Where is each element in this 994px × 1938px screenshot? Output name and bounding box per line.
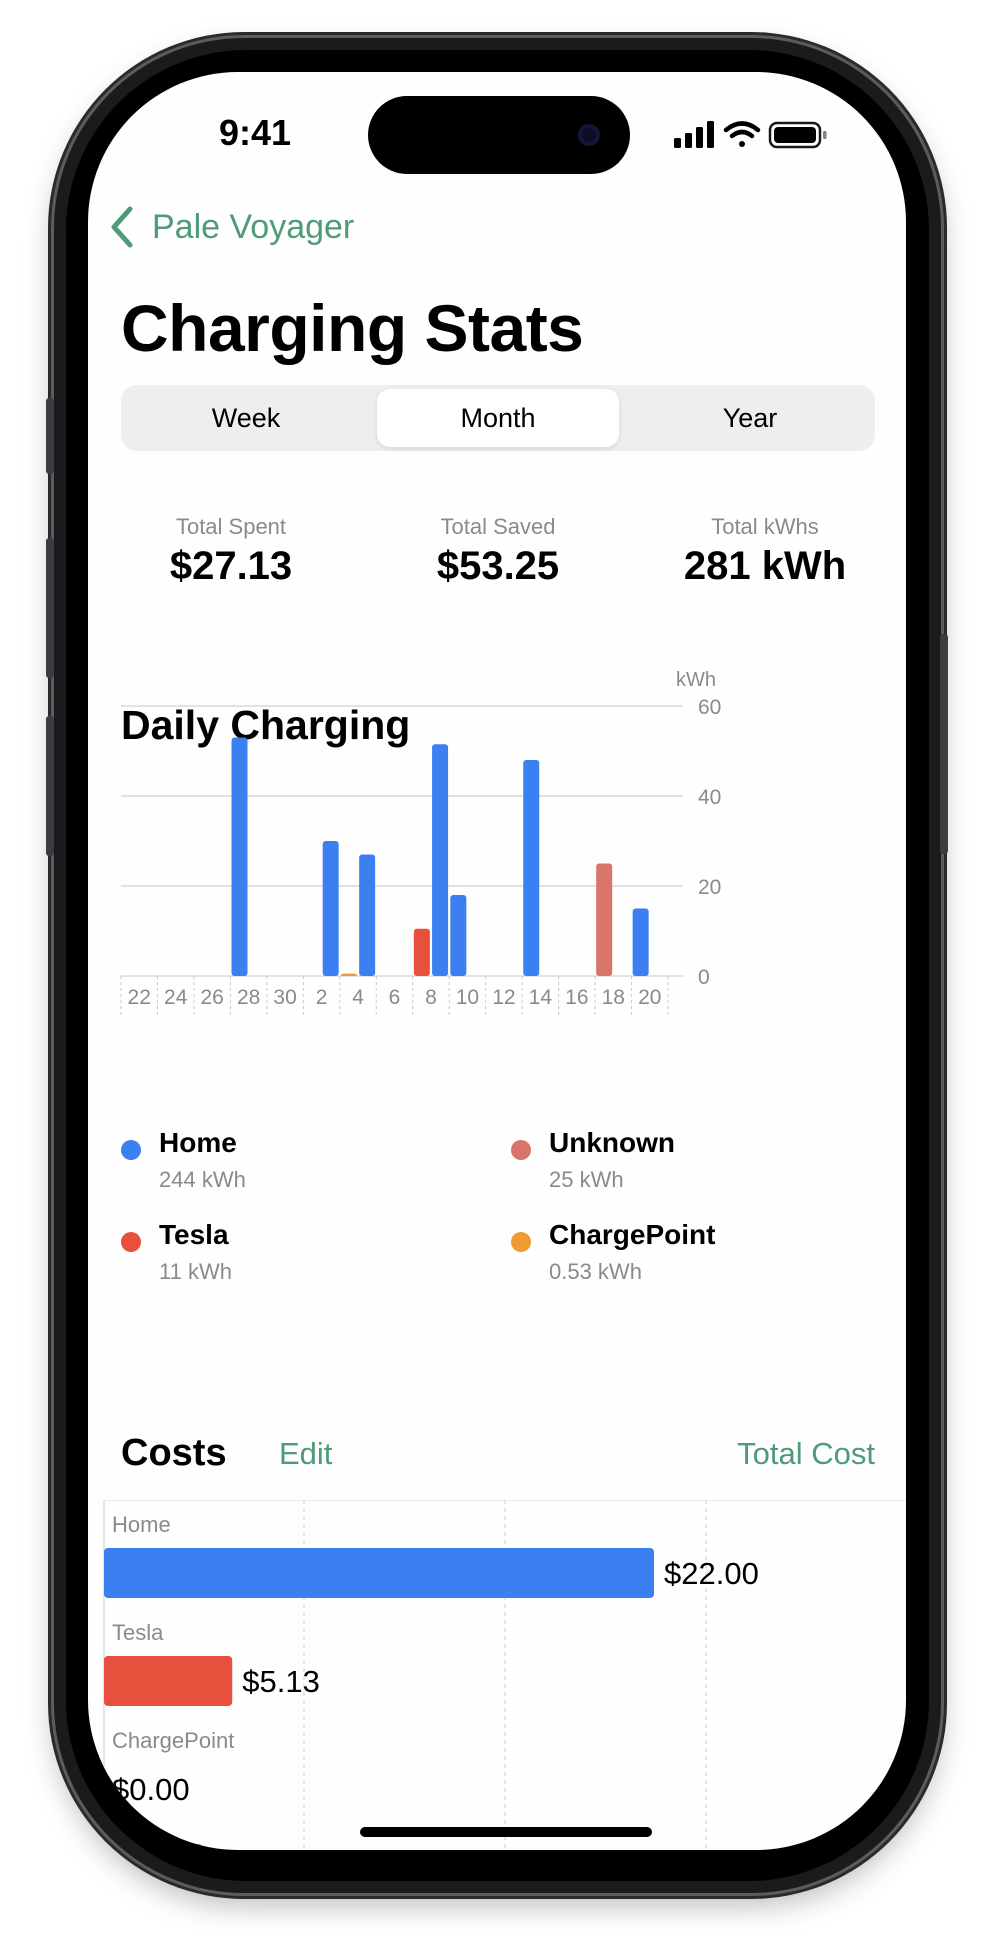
costs-edit-button[interactable]: Edit (279, 1436, 332, 1472)
legend-item-unknown: Unknown 25 kWh (511, 1127, 871, 1199)
total-kwh-label: Total kWhs (711, 514, 819, 539)
segment-year[interactable]: Year (629, 389, 871, 447)
legend-item-chargepoint: ChargePoint 0.53 kWh (511, 1219, 871, 1291)
costs-chart: Home $22.00 Tesla $5.13 ChargePoint $0.00 Unkn… (103, 1500, 906, 1850)
legend-value: 25 kWh (549, 1167, 624, 1192)
x-tick-label: 6 (389, 986, 401, 1009)
chevron-left-icon (111, 206, 133, 248)
total-kwh: Total kWhs 281 kWh (640, 514, 890, 589)
x-tick-label: 10 (456, 986, 479, 1009)
y-tick-label: 0 (698, 966, 710, 989)
cost-value-label: $5.13 (242, 1664, 320, 1699)
camera-icon (578, 124, 600, 146)
legend-name: ChargePoint (549, 1219, 716, 1250)
bar-unknown[interactable] (596, 863, 613, 977)
total-saved-value: $53.25 (436, 544, 560, 588)
x-tick-label: 16 (565, 986, 588, 1009)
bar-home[interactable] (450, 895, 467, 976)
x-tick-label: 14 (529, 986, 553, 1009)
x-tick-label: 18 (602, 986, 625, 1009)
wifi-icon (723, 121, 761, 147)
x-tick-label: 22 (128, 986, 151, 1009)
cellular-signal-icon (674, 121, 714, 148)
legend-value: 244 kWh (159, 1167, 246, 1192)
volume-up-button (46, 538, 54, 678)
costs-header: Costs Edit Total Cost (121, 1432, 875, 1482)
x-tick-label: 2 (316, 986, 328, 1009)
back-label: Pale Voyager (152, 207, 355, 246)
bar-home[interactable] (322, 841, 339, 976)
totals-summary: Total Spent $27.13 Total Saved $53.25 To… (121, 514, 875, 594)
back-button[interactable]: Pale Voyager (108, 202, 354, 252)
cost-value-label: $22.00 (664, 1556, 759, 1591)
legend-value: 0.53 kWh (549, 1259, 642, 1284)
daily-charging-chart: 0204060kWh22 24 26 28 30 2 4 6 8 10 12 14 16 18 20 (120, 669, 721, 1016)
power-button (940, 634, 948, 854)
dynamic-island (368, 96, 630, 174)
bar-home[interactable] (432, 744, 449, 976)
bar-chargepoint[interactable] (340, 973, 357, 976)
y-tick-label: 40 (698, 786, 721, 809)
total-kwh-value: 281 kWh (683, 544, 847, 588)
legend-item-tesla: Tesla 11 kWh (121, 1219, 481, 1291)
y-tick-label: 60 (698, 696, 721, 719)
legend-name: Home (159, 1127, 237, 1158)
x-tick-label: 8 (425, 986, 437, 1009)
x-tick-label: 20 (638, 986, 661, 1009)
cost-row-label: ChargePoint (112, 1728, 234, 1753)
total-spent-label: Total Spent (175, 514, 287, 539)
total-saved: Total Saved $53.25 (373, 514, 623, 589)
x-tick-label: 4 (352, 986, 364, 1009)
bar-home[interactable] (523, 760, 540, 976)
segment-week[interactable]: Week (125, 389, 367, 447)
legend-dot (511, 1232, 531, 1252)
cost-row-label: Home (112, 1512, 171, 1537)
total-spent-value: $27.13 (169, 544, 293, 588)
legend-value: 11 kWh (159, 1259, 232, 1284)
total-saved-label: Total Saved (440, 514, 556, 539)
segment-month[interactable]: Month (377, 389, 619, 447)
period-segmented-control: Week Month Year (121, 385, 875, 451)
legend-name: Tesla (159, 1219, 229, 1250)
chart-legend: Home 244 kWh Unknown 25 kWh Tesla 11 kWh… (121, 1127, 881, 1327)
x-tick-label: 30 (273, 986, 296, 1009)
legend-dot (121, 1232, 141, 1252)
volume-down-button (46, 716, 54, 856)
x-tick-label: 24 (164, 986, 188, 1009)
legend-item-home: Home 244 kWh (121, 1127, 481, 1199)
cost-row-label: Unknown (112, 1836, 204, 1850)
cost-bar-tesla[interactable] (104, 1656, 233, 1706)
status-time: 9:41 (218, 112, 292, 153)
bar-home[interactable] (231, 737, 248, 977)
y-axis-unit-label: kWh (676, 669, 716, 691)
legend-name: Unknown (549, 1127, 675, 1158)
battery-icon (768, 121, 827, 149)
action-button (46, 398, 54, 474)
bar-home[interactable] (359, 854, 376, 977)
bar-home[interactable] (632, 908, 649, 977)
legend-dot (511, 1140, 531, 1160)
phone-screen: 9:41 Pale Voyager Charging Stats Week Mo… (88, 72, 906, 1850)
status-icons (674, 121, 827, 149)
cost-row-label: Tesla (112, 1620, 164, 1645)
home-indicator[interactable] (360, 1827, 652, 1837)
total-spent: Total Spent $27.13 (106, 514, 356, 589)
x-tick-label: 26 (200, 986, 223, 1009)
costs-title: Costs (121, 1432, 227, 1474)
cost-bar-home[interactable] (104, 1548, 654, 1598)
page-title: Charging Stats (121, 291, 584, 365)
cost-value-label: $0.00 (112, 1772, 190, 1807)
total-cost-button[interactable]: Total Cost (737, 1436, 875, 1472)
y-tick-label: 20 (698, 876, 721, 899)
bar-tesla[interactable] (413, 928, 430, 976)
legend-dot (121, 1140, 141, 1160)
x-tick-label: 12 (492, 986, 515, 1009)
x-tick-label: 28 (237, 986, 260, 1009)
